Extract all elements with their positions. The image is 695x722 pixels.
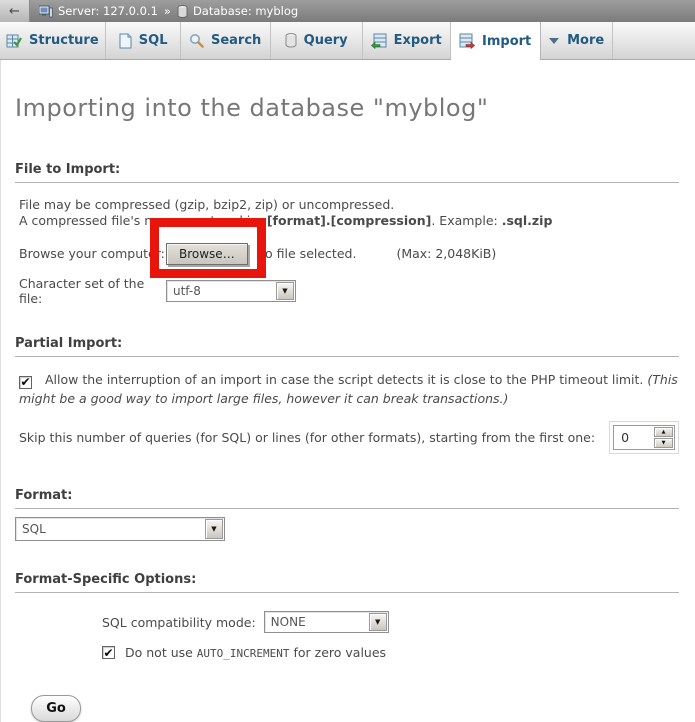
checkmark-icon: ✔ xyxy=(20,376,30,388)
filename-note-mid: . Example: xyxy=(431,213,501,228)
skip-queries-label: Skip this number of queries (for SQL) or… xyxy=(19,430,595,445)
file-upload-row: Browse your computer: Browse… No file se… xyxy=(15,241,681,266)
section-format: Format: xyxy=(15,488,679,509)
skip-queries-row: Skip this number of queries (for SQL) or… xyxy=(15,425,681,450)
tab-search[interactable]: Search xyxy=(181,22,271,59)
tab-label: More xyxy=(567,33,604,48)
browse-button[interactable]: Browse… xyxy=(166,243,248,265)
format-value: SQL xyxy=(16,522,204,536)
auto-increment-prefix: Do not use xyxy=(125,645,197,660)
breadcrumb-database-link[interactable]: Database: myblog xyxy=(193,4,298,18)
tab-label: Query xyxy=(304,33,348,48)
breadcrumb-server-link[interactable]: Server: 127.0.0.1 xyxy=(58,4,158,18)
tab-label: Structure xyxy=(29,33,99,48)
search-icon xyxy=(189,33,204,48)
dropdown-arrow-icon[interactable]: ▼ xyxy=(205,519,223,539)
tab-more[interactable]: More xyxy=(541,22,613,59)
filename-pattern: .[format].[compression] xyxy=(262,213,431,228)
structure-icon xyxy=(6,33,22,49)
sql-compat-select[interactable]: NONE ▼ xyxy=(264,611,389,633)
filename-example: .sql.zip xyxy=(502,213,553,228)
export-icon xyxy=(371,33,387,49)
sql-compat-row: SQL compatibility mode: NONE ▼ xyxy=(98,611,681,633)
tab-bar: Structure SQL Search Query xyxy=(0,22,695,60)
breadcrumb: Server: 127.0.0.1 » Database: myblog xyxy=(39,4,298,18)
charset-label: Character set of the file: xyxy=(19,276,166,306)
no-file-text: No file selected. xyxy=(256,246,357,261)
sql-compat-value: NONE xyxy=(265,615,368,629)
section-file-to-import: File to Import: xyxy=(15,162,679,183)
auto-increment-label: Do not use AUTO_INCREMENT for zero value… xyxy=(125,645,386,660)
auto-increment-checkbox[interactable]: ✔ xyxy=(102,646,115,659)
server-icon xyxy=(39,5,53,18)
tab-structure[interactable]: Structure xyxy=(0,22,106,59)
tab-bar-filler xyxy=(613,22,695,59)
sql-icon xyxy=(118,33,132,49)
compression-note-line1: File may be compressed (gzip, bzip2, zip… xyxy=(19,197,394,212)
import-icon xyxy=(459,33,475,49)
compression-note: File may be compressed (gzip, bzip2, zip… xyxy=(15,197,681,229)
format-select[interactable]: SQL ▼ xyxy=(15,517,225,541)
chevron-down-icon xyxy=(548,37,560,45)
tab-label: Export xyxy=(394,33,442,48)
back-button[interactable]: ← xyxy=(0,0,30,22)
checkmark-icon: ✔ xyxy=(103,647,113,659)
database-icon xyxy=(177,5,188,18)
spinner-up-icon[interactable]: ▲ xyxy=(654,427,673,437)
allow-interruption-text: Allow the interruption of an import in c… xyxy=(45,372,647,387)
tab-sql[interactable]: SQL xyxy=(106,22,181,59)
skip-queries-stepper[interactable]: 0 ▲ ▼ xyxy=(613,425,675,450)
tab-label: SQL xyxy=(139,33,168,48)
spinner-down-icon[interactable]: ▼ xyxy=(654,438,673,448)
allow-interruption-checkbox[interactable]: ✔ xyxy=(19,376,32,389)
filename-note-prefix: A compressed file's name must end in xyxy=(19,213,262,228)
breadcrumb-separator: » xyxy=(164,4,171,18)
tab-import[interactable]: Import xyxy=(451,22,541,60)
format-row: SQL ▼ xyxy=(15,517,681,541)
dropdown-arrow-icon[interactable]: ▼ xyxy=(276,282,294,300)
section-partial-import: Partial Import: xyxy=(15,336,679,357)
tab-query[interactable]: Query xyxy=(271,22,363,59)
skip-queries-value: 0 xyxy=(615,430,629,445)
page-title: Importing into the database "myblog" xyxy=(15,60,681,122)
query-icon xyxy=(285,33,297,48)
tab-label: Search xyxy=(211,33,261,48)
charset-select[interactable]: utf-8 ▼ xyxy=(166,280,296,302)
browse-label: Browse your computer: xyxy=(19,246,166,261)
allow-interruption-option: ✔ Allow the interruption of an import in … xyxy=(15,370,681,408)
tab-label: Import xyxy=(482,34,531,49)
charset-value: utf-8 xyxy=(167,284,275,298)
max-size-note: (Max: 2,048KiB) xyxy=(396,246,496,261)
auto-increment-suffix: for zero values xyxy=(290,645,387,660)
section-format-options: Format-Specific Options: xyxy=(15,572,679,593)
auto-increment-code: AUTO_INCREMENT xyxy=(197,647,290,660)
dropdown-arrow-icon[interactable]: ▼ xyxy=(369,613,387,631)
tab-export[interactable]: Export xyxy=(363,22,451,59)
breadcrumb-bar: ← Server: 127.0.0.1 » Database: myblog xyxy=(0,0,695,22)
go-button[interactable]: Go xyxy=(31,695,81,722)
main-content: Importing into the database "myblog" Fil… xyxy=(0,60,695,722)
sql-compat-label: SQL compatibility mode: xyxy=(102,615,256,630)
back-arrow-icon: ← xyxy=(9,4,20,19)
auto-increment-row: ✔ Do not use AUTO_INCREMENT for zero val… xyxy=(98,645,681,660)
charset-row: Character set of the file: utf-8 ▼ xyxy=(15,276,681,306)
